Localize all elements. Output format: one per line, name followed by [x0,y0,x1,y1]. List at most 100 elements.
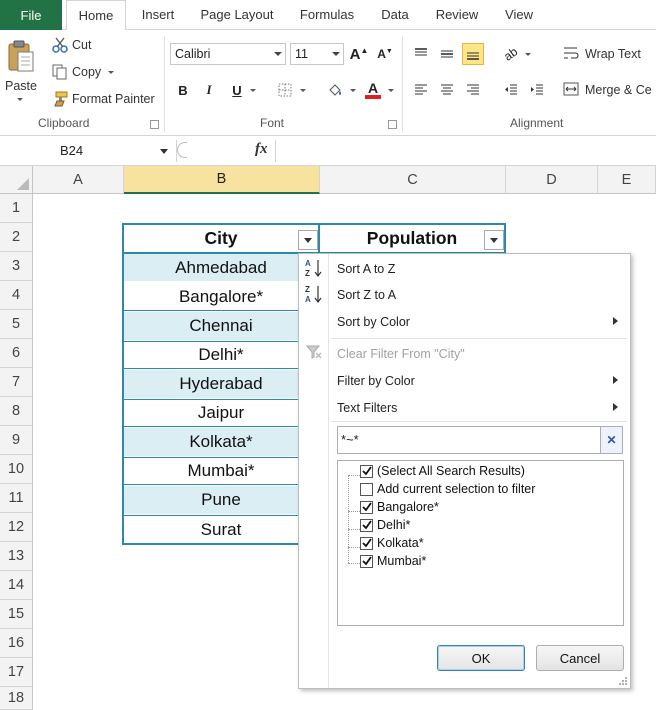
city-cell[interactable]: Hyderabad [124,370,318,398]
tab-view[interactable]: View [496,0,542,30]
top-align-button[interactable] [410,43,432,65]
filter-list-item[interactable]: Delhi* [360,516,410,534]
merge-center-button[interactable]: Merge & Ce [585,83,652,97]
tab-formulas[interactable]: Formulas [290,0,364,30]
insert-function-icon[interactable]: fx [255,141,268,158]
sort-z-to-a[interactable]: Sort Z to A [337,284,396,306]
format-painter-button[interactable]: Format Painter [72,92,155,106]
row-header[interactable]: 15 [0,600,33,629]
italic-button[interactable]: I [198,79,220,101]
column-header-b[interactable]: B [124,166,320,194]
align-left-button[interactable] [410,79,432,101]
font-size-select[interactable]: 11 [290,43,344,65]
filter-search-input[interactable]: *~* [337,426,601,454]
sort-a-to-z[interactable]: Sort A to Z [337,258,395,280]
select-all-button[interactable] [0,166,33,194]
cut-icon[interactable] [52,37,68,53]
paste-dropdown-icon[interactable] [17,98,23,101]
clear-search-icon[interactable]: ✕ [601,426,623,454]
city-filter-button[interactable] [298,230,318,250]
formula-input[interactable] [276,140,656,162]
fill-color-dropdown-icon[interactable] [350,89,356,92]
font-launcher-icon[interactable] [388,120,397,129]
row-header[interactable]: 18 [0,687,33,710]
row-header[interactable]: 14 [0,571,33,600]
population-filter-button[interactable] [484,230,504,250]
grow-font-button[interactable]: A▲ [348,43,370,65]
paste-icon[interactable] [6,38,36,74]
filter-list-item[interactable]: (Select All Search Results) [360,462,525,480]
copy-button[interactable]: Copy [72,65,101,79]
tab-data[interactable]: Data [372,0,418,30]
checkbox-checked-icon[interactable] [360,500,373,514]
filter-list-item[interactable]: Bangalore* [360,498,439,516]
underline-dropdown-icon[interactable] [250,89,256,92]
row-header[interactable]: 2 [0,223,33,252]
font-color-dropdown-icon[interactable] [388,89,394,92]
merge-center-icon[interactable] [562,80,580,98]
row-header[interactable]: 5 [0,310,33,339]
fill-color-button[interactable] [324,79,346,101]
row-header[interactable]: 11 [0,484,33,513]
tab-file[interactable]: File [0,0,62,30]
column-header-e[interactable]: E [598,166,656,194]
orientation-dropdown-icon[interactable] [525,53,531,56]
underline-button[interactable]: U [226,79,248,101]
checkbox-checked-icon[interactable] [360,554,373,568]
format-painter-icon[interactable] [52,91,68,107]
ok-button[interactable]: OK [437,645,525,671]
city-cell[interactable]: Delhi* [124,341,318,369]
tab-home[interactable]: Home [66,0,126,31]
wrap-text-button[interactable]: Wrap Text [585,47,641,61]
checkbox-unchecked-icon[interactable] [360,482,373,496]
shrink-font-button[interactable]: A▼ [374,43,396,65]
checkbox-checked-icon[interactable] [360,536,373,550]
row-header[interactable]: 8 [0,397,33,426]
copy-icon[interactable] [52,64,68,80]
align-right-button[interactable] [462,79,484,101]
clear-filter-from-city[interactable]: Clear Filter From "City" [337,343,465,365]
row-header[interactable]: 4 [0,281,33,310]
tab-insert[interactable]: Insert [130,0,186,30]
font-name-select[interactable]: Calibri [170,43,286,65]
font-color-button[interactable]: A [362,79,384,101]
city-cell[interactable]: Surat [124,515,318,543]
filter-list-item[interactable]: Kolkata* [360,534,424,552]
row-header[interactable]: 6 [0,339,33,368]
tab-review[interactable]: Review [428,0,486,30]
filter-list-item[interactable]: Mumbai* [360,552,426,570]
formula-bar-grip-icon[interactable] [177,142,187,158]
filter-by-color[interactable]: Filter by Color [337,370,415,392]
row-header[interactable]: 12 [0,513,33,542]
bottom-align-button[interactable] [462,43,484,65]
row-header[interactable]: 3 [0,252,33,281]
sort-by-color[interactable]: Sort by Color [337,311,410,333]
row-header[interactable]: 13 [0,542,33,571]
copy-dropdown-icon[interactable] [108,71,114,74]
borders-dropdown-icon[interactable] [300,89,306,92]
city-cell[interactable]: Pune [124,486,318,514]
row-header[interactable]: 9 [0,426,33,455]
city-cell[interactable]: Bangalore* [124,283,318,311]
tab-page-layout[interactable]: Page Layout [190,0,284,30]
column-header-a[interactable]: A [33,166,124,194]
column-header-d[interactable]: D [506,166,598,194]
row-header[interactable]: 10 [0,455,33,484]
row-header[interactable]: 17 [0,658,33,687]
clipboard-launcher-icon[interactable] [150,120,159,129]
cut-button[interactable]: Cut [72,38,91,52]
city-cell[interactable]: Chennai [124,312,318,340]
column-header-c[interactable]: C [320,166,506,194]
align-center-button[interactable] [436,79,458,101]
table-header-city[interactable]: City [124,225,318,252]
borders-button[interactable] [274,79,296,101]
orientation-button[interactable]: ab [500,43,522,65]
checkbox-checked-icon[interactable] [360,464,373,478]
row-header[interactable]: 7 [0,368,33,397]
filter-list-item[interactable]: Add current selection to filter [360,480,535,498]
increase-indent-button[interactable] [526,79,548,101]
name-box[interactable]: B24 [0,140,172,162]
city-cell[interactable]: Mumbai* [124,457,318,485]
table-header-population[interactable]: Population [320,225,504,252]
decrease-indent-button[interactable] [500,79,522,101]
